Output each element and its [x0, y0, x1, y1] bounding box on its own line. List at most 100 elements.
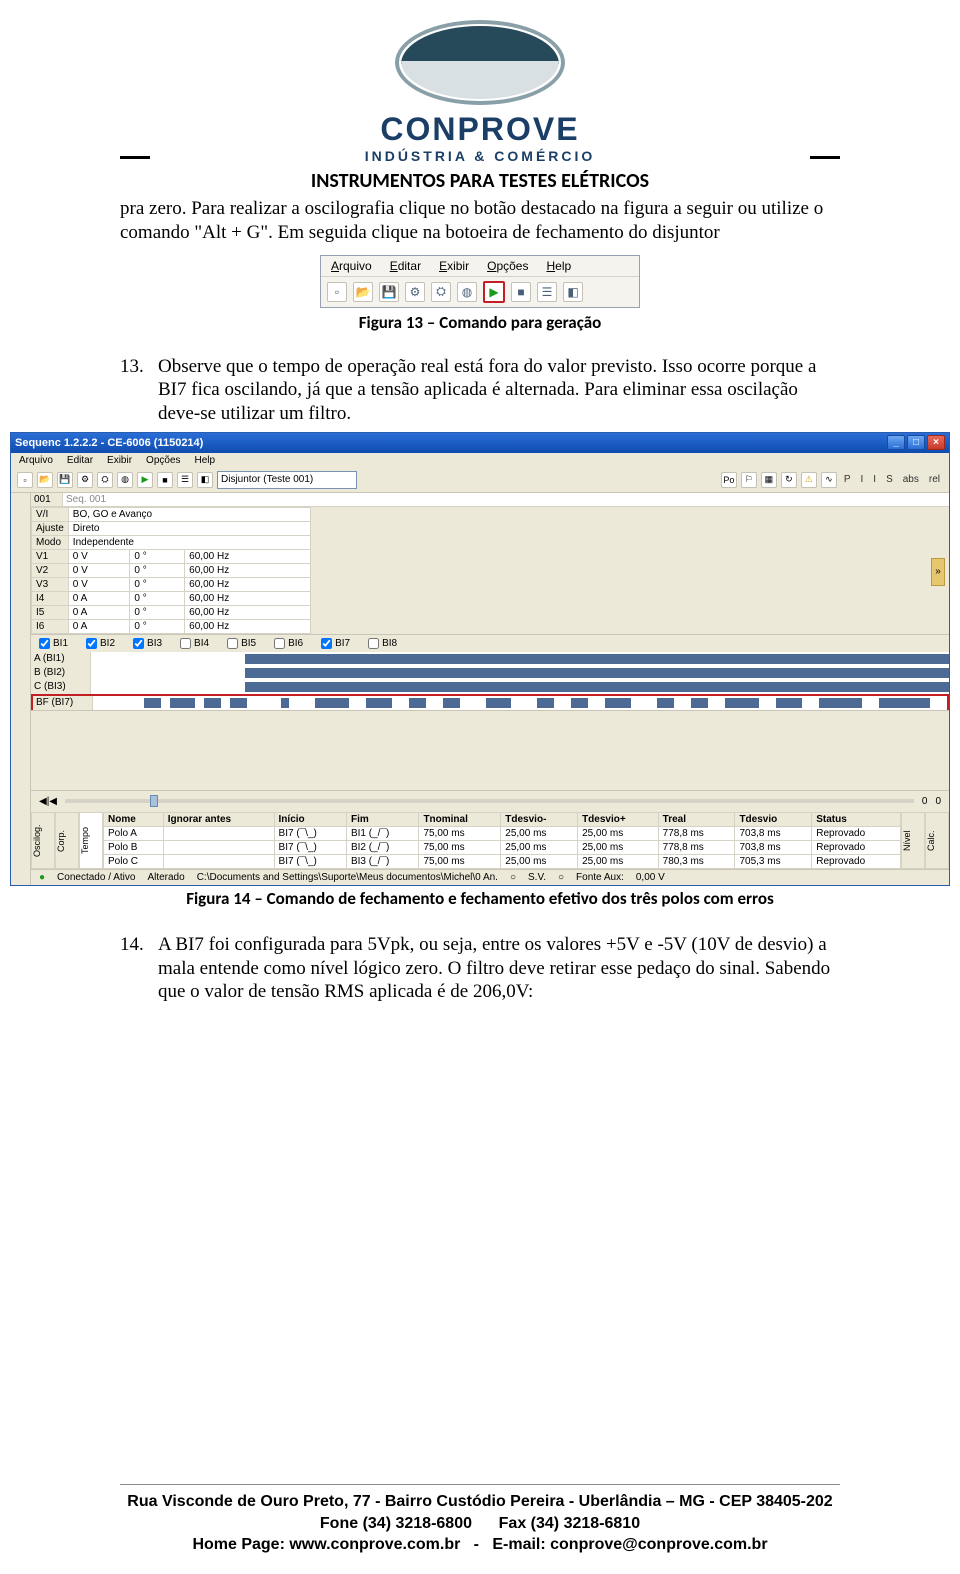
tb-play-icon[interactable]: ▶: [137, 472, 153, 488]
tb-report-icon[interactable]: ☰: [177, 472, 193, 488]
tb-po-icon[interactable]: Po: [721, 472, 737, 488]
app-menu-editar[interactable]: Editar: [67, 455, 93, 466]
settings-icon[interactable]: ⛭: [431, 282, 451, 302]
slider-thumb-icon[interactable]: [150, 795, 158, 807]
tb-stop-icon[interactable]: ■: [157, 472, 173, 488]
tb-open-icon[interactable]: 📂: [37, 472, 53, 488]
tb-chart-icon[interactable]: ◧: [197, 472, 213, 488]
menu-editar[interactable]: Editar: [390, 259, 421, 273]
bi2-check[interactable]: BI2: [86, 638, 115, 649]
tb-cfg-icon[interactable]: ⛭: [97, 472, 113, 488]
badge-i1[interactable]: I: [858, 474, 867, 485]
tb-hw-icon[interactable]: ⚙: [77, 472, 93, 488]
app-menu-help[interactable]: Help: [195, 455, 216, 466]
save-icon[interactable]: 💾: [379, 282, 399, 302]
step-13-num: 13.: [120, 355, 158, 426]
badge-s[interactable]: S: [883, 474, 896, 485]
open-icon[interactable]: 📂: [353, 282, 373, 302]
menu-help[interactable]: Help: [546, 259, 571, 273]
side-tab-calc[interactable]: Calc.: [925, 812, 949, 869]
table-row: I50 A0 °60,00 Hz: [32, 605, 311, 619]
app-menu-opcoes[interactable]: Opções: [146, 455, 180, 466]
table-row: Polo A BI7 (¯\_)BI1 (_/¯) 75,00 ms25,00 …: [104, 826, 901, 840]
wave-row-c: C (BI3): [31, 680, 949, 694]
status-aux-val: 0,00 V: [636, 872, 665, 883]
side-tab-tempo[interactable]: Tempo: [79, 812, 103, 869]
menu-arquivo[interactable]: Arquivo: [331, 259, 372, 273]
badge-rel[interactable]: rel: [926, 474, 943, 485]
slider-val-b: 0: [935, 796, 941, 807]
logo: CONPROVE INDÚSTRIA & COMÉRCIO: [365, 20, 596, 164]
tb-sq-icon[interactable]: ▦: [761, 472, 777, 488]
new-icon[interactable]: ▫: [327, 282, 347, 302]
tb-flag-icon[interactable]: ⚐: [741, 472, 757, 488]
toolbar-combo[interactable]: [217, 471, 357, 489]
chart-icon[interactable]: ◧: [563, 282, 583, 302]
brand-tagline: INDÚSTRIA & COMÉRCIO: [365, 148, 596, 164]
page-footer: Rua Visconde de Ouro Preto, 77 - Bairro …: [0, 1484, 960, 1556]
bi3-check[interactable]: BI3: [133, 638, 162, 649]
app-toolbar: ▫ 📂 💾 ⚙ ⛭ ◍ ▶ ■ ☰ ◧ Po ⚐ ▦ ↻ ⚠ ∿ P I I S…: [11, 468, 949, 493]
seq-name: Seq. 001: [63, 493, 949, 506]
menu-opcoes[interactable]: Opções: [487, 259, 528, 273]
tb-warn-icon[interactable]: ⚠: [801, 472, 817, 488]
table-row: V20 V0 °60,00 Hz: [32, 563, 311, 577]
paragraph-intro: pra zero. Para realizar a oscilografia c…: [120, 197, 840, 245]
tb-new-icon[interactable]: ▫: [17, 472, 33, 488]
bi8-check[interactable]: BI8: [368, 638, 397, 649]
slider-btn-back[interactable]: ◀|◀: [39, 796, 57, 807]
status-alt: Alterado: [147, 872, 184, 883]
status-path: C:\Documents and Settings\Suporte\Meus d…: [197, 872, 498, 883]
slider-track[interactable]: [65, 799, 914, 803]
stop-icon[interactable]: ■: [511, 282, 531, 302]
report-icon[interactable]: ☰: [537, 282, 557, 302]
status-conn: Conectado / Ativo: [57, 872, 135, 883]
badge-i2[interactable]: I: [870, 474, 879, 485]
wave-row-b: B (BI2): [31, 666, 949, 680]
footer-fax: Fax (34) 3218-6810: [499, 1515, 640, 1532]
expand-handle-icon[interactable]: »: [931, 558, 945, 586]
seq-id: 001: [31, 493, 63, 506]
app-menu-arquivo[interactable]: Arquivo: [19, 455, 53, 466]
figure-13-caption: Figura 13 – Comando para geração: [0, 312, 960, 333]
bi7-check[interactable]: BI7: [321, 638, 350, 649]
tb-save-icon[interactable]: 💾: [57, 472, 73, 488]
side-tab-nivel[interactable]: Nível: [901, 812, 925, 869]
fig13-toolbar: ▫ 📂 💾 ⚙ ⛭ ◍ ▶ ■ ☰ ◧: [321, 277, 639, 307]
table-row: Polo C BI7 (¯\_)BI3 (_/¯) 75,00 ms25,00 …: [104, 854, 901, 868]
bi1-check[interactable]: BI1: [39, 638, 68, 649]
globe-icon[interactable]: ◍: [457, 282, 477, 302]
page-subtitle: INSTRUMENTOS PARA TESTES ELÉTRICOS: [0, 169, 960, 193]
minimize-button[interactable]: _: [887, 435, 905, 450]
figure-13-toolbar: Arquivo Editar Exibir Opções Help ▫ 📂 💾 …: [320, 255, 640, 308]
table-row: V30 V0 °60,00 Hz: [32, 577, 311, 591]
figure-14-caption: Figura 14 – Comando de fechamento e fech…: [0, 888, 960, 909]
row-ajuste: Ajuste: [32, 521, 69, 535]
logo-icon: [395, 20, 565, 105]
side-tab-corp[interactable]: Corp.: [55, 812, 79, 869]
status-sv: S.V.: [528, 872, 546, 883]
bi5-check[interactable]: BI5: [227, 638, 256, 649]
bi6-check[interactable]: BI6: [274, 638, 303, 649]
side-tab-oscilog[interactable]: Oscilog.: [31, 812, 55, 869]
table-row: Polo B BI7 (¯\_)BI2 (_/¯) 75,00 ms25,00 …: [104, 840, 901, 854]
app-titlebar: Sequenc 1.2.2.2 - CE-6006 (1150214) _ □ …: [11, 433, 949, 453]
badge-abs[interactable]: abs: [900, 474, 922, 485]
app-menu-exibir[interactable]: Exibir: [107, 455, 132, 466]
tb-globe-icon[interactable]: ◍: [117, 472, 133, 488]
bi4-check[interactable]: BI4: [180, 638, 209, 649]
badge-p[interactable]: P: [841, 474, 854, 485]
left-rail: [11, 493, 31, 885]
hardware-icon[interactable]: ⚙: [405, 282, 425, 302]
play-icon[interactable]: ▶: [483, 281, 505, 303]
status-bar: ● Conectado / Ativo Alterado C:\Document…: [31, 869, 949, 885]
tb-loop-icon[interactable]: ↻: [781, 472, 797, 488]
step-14-num: 14.: [120, 933, 158, 1004]
step-13-text: Observe que o tempo de operação real est…: [158, 355, 840, 426]
tb-wave-icon[interactable]: ∿: [821, 472, 837, 488]
menu-exibir[interactable]: Exibir: [439, 259, 469, 273]
status-aux-lbl: Fonte Aux:: [576, 872, 624, 883]
maximize-button[interactable]: □: [907, 435, 925, 450]
footer-homepage: Home Page: www.conprove.com.br: [192, 1536, 460, 1553]
close-button[interactable]: ×: [927, 435, 945, 450]
